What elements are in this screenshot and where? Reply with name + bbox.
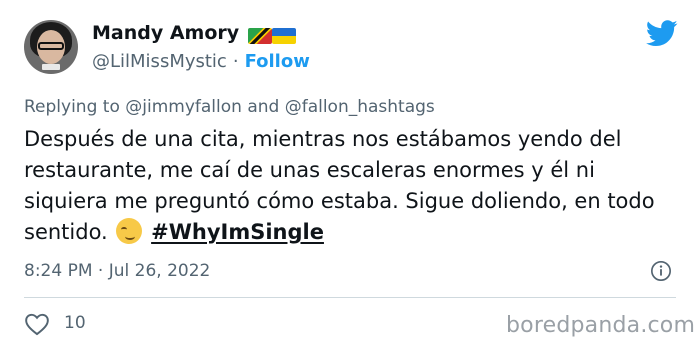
reply-conjunction: and [247, 97, 280, 117]
tweet-card: Mandy Amory @LilMissMystic · Follow Replyi… [0, 0, 700, 349]
like-count: 10 [64, 313, 86, 333]
author-handle[interactable]: @LilMissMystic [92, 51, 227, 72]
info-icon[interactable] [650, 260, 672, 282]
author-handle-line: @LilMissMystic · Follow [92, 51, 310, 72]
author-display-name[interactable]: Mandy Amory [92, 22, 239, 44]
smirking-face-emoji [116, 218, 143, 244]
ukraine-flag-icon [272, 28, 296, 44]
avatar-glasses [38, 42, 64, 50]
avatar-tag [42, 64, 60, 70]
reply-prefix: Replying to [24, 97, 120, 117]
reply-context: Replying to @jimmyfallon and @fallon_has… [24, 97, 435, 117]
tweet-text: Después de una cita, mientras nos estába… [24, 124, 674, 248]
avatar[interactable] [24, 20, 78, 74]
timestamp-separator: · [97, 261, 104, 281]
reply-mention-fallon-hashtags[interactable]: @fallon_hashtags [285, 97, 435, 117]
reply-mention-jimmyfallon[interactable]: @jimmyfallon [125, 97, 242, 117]
handle-separator: · [232, 51, 239, 72]
tweet-timestamp[interactable]: 8:24 PM · Jul 26, 2022 [24, 261, 210, 281]
follow-button[interactable]: Follow [245, 51, 310, 72]
twitter-bird-icon[interactable] [646, 20, 678, 47]
hashtag-link[interactable]: #WhyImSingle [151, 220, 324, 244]
tweet-time: 8:24 PM [24, 261, 93, 281]
watermark: boredpanda.com [506, 313, 696, 338]
tweet-date: Jul 26, 2022 [108, 261, 211, 281]
saint-kitts-and-nevis-flag-icon [248, 28, 272, 44]
heart-icon[interactable] [24, 312, 50, 336]
divider [24, 297, 676, 298]
